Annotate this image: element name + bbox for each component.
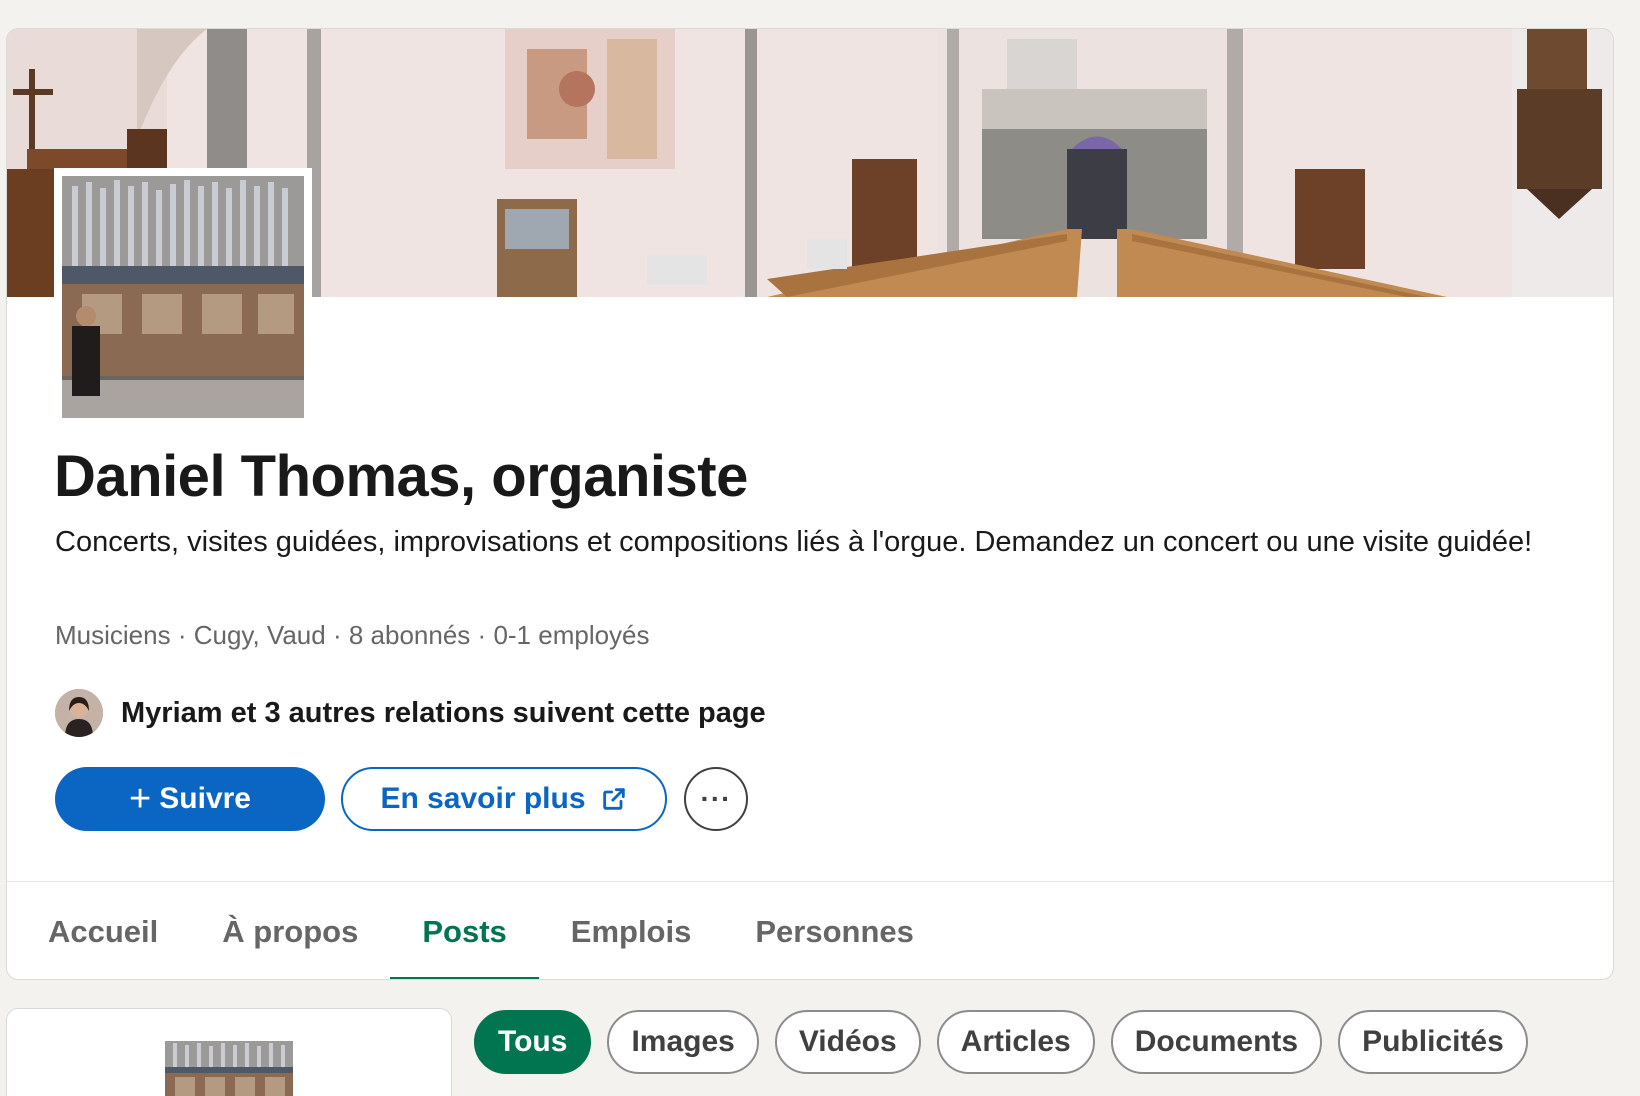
company-tagline: Concerts, visites guidées, improvisation… [55,526,1533,558]
tab-personnes[interactable]: Personnes [723,882,946,979]
sidebar-company-logo[interactable] [165,1041,293,1096]
filter-publicites[interactable]: Publicités [1338,1010,1528,1074]
filter-videos[interactable]: Vidéos [774,1010,921,1074]
sidebar-company-card [6,1008,452,1096]
plus-icon: + [129,778,152,820]
learn-more-label: En savoir plus [380,782,586,815]
filter-articles[interactable]: Articles [936,1010,1095,1074]
company-header-card: Daniel Thomas, organiste Concerts, visit… [6,28,1614,980]
company-logo[interactable] [54,168,312,426]
more-horizontal-icon: ··· [700,783,732,814]
connections-following[interactable]: Myriam et 3 autres relations suivent cet… [55,689,766,737]
more-options-button[interactable]: ··· [684,767,748,831]
filter-tous[interactable]: Tous [474,1010,592,1074]
company-name: Daniel Thomas, organiste [54,444,748,509]
avatar [55,689,103,737]
post-filter-bar: Tous Images Vidéos Articles Documents Pu… [474,1010,1528,1074]
tab-a-propos[interactable]: À propos [190,882,390,979]
tab-posts[interactable]: Posts [390,882,540,979]
location: Cugy, Vaud [193,620,326,650]
page-tabs: Accueil À propos Posts Emplois Personnes [7,882,946,979]
filter-documents[interactable]: Documents [1110,1010,1323,1074]
followers-count[interactable]: 8 abonnés [349,620,470,650]
industry: Musiciens [55,620,171,650]
follow-label: Suivre [159,782,251,815]
tab-accueil[interactable]: Accueil [7,882,190,979]
external-link-icon [600,785,628,813]
meta-separator: · [332,620,349,650]
followers-note: Myriam et 3 autres relations suivent cet… [121,696,766,729]
meta-separator: · [177,620,194,650]
learn-more-button[interactable]: En savoir plus [341,767,667,831]
employees-count[interactable]: 0-1 employés [493,620,649,650]
filter-images[interactable]: Images [607,1010,759,1074]
company-meta: Musiciens · Cugy, Vaud · 8 abonnés · 0-1… [55,620,650,651]
follow-button[interactable]: + Suivre [55,767,325,831]
meta-separator: · [477,620,494,650]
tab-emplois[interactable]: Emplois [539,882,724,979]
